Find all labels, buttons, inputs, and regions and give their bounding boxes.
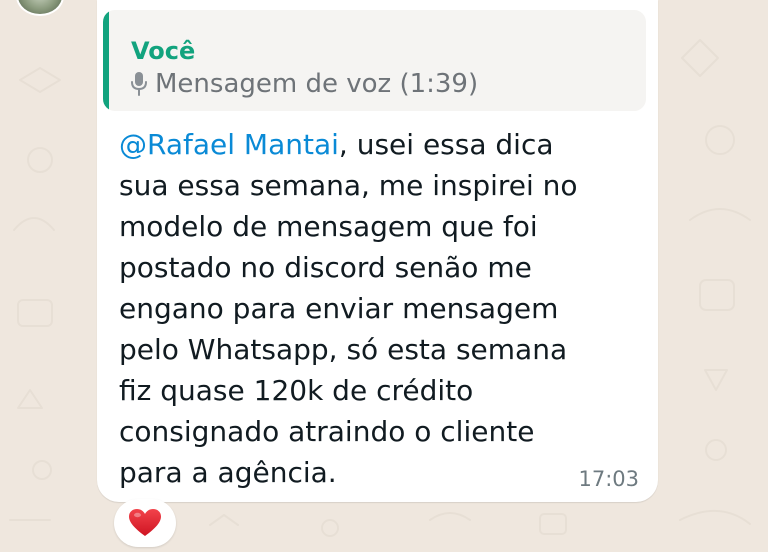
message-line: fiz quase 120k de crédito: [119, 374, 474, 407]
microphone-icon: [131, 72, 147, 96]
reaction-badge[interactable]: [114, 499, 176, 547]
contact-avatar[interactable]: [16, 0, 64, 16]
message-line: para a agência.: [119, 456, 337, 489]
message-line: modelo de mensagem que foi: [119, 210, 538, 243]
heart-icon: [129, 509, 161, 536]
quoted-content: Mensagem de voz (1:39): [129, 69, 478, 99]
message-text: @Rafael Mantai, usei essa dica sua essa s…: [119, 124, 619, 493]
message-line: engano para enviar mensagem: [119, 292, 559, 325]
message-line: pelo Whatsapp, só esta semana: [119, 333, 568, 366]
message-timestamp: 17:03: [578, 467, 639, 491]
user-mention[interactable]: @Rafael Mantai: [119, 128, 339, 161]
message-bubble[interactable]: Você Mensagem de voz (1:39) @Rafael Mant…: [97, 0, 658, 502]
message-line: postado no discord senão me: [119, 251, 532, 284]
quoted-voice-message[interactable]: Você Mensagem de voz (1:39): [103, 10, 646, 111]
quoted-message-text: Mensagem de voz (1:39): [155, 69, 479, 99]
message-line: , usei essa dica: [338, 128, 554, 161]
quote-accent-bar: [103, 10, 109, 111]
message-line: consignado atraindo o cliente: [119, 415, 535, 448]
message-line: sua essa semana, me inspirei no: [119, 169, 578, 202]
quoted-author: Você: [131, 37, 196, 65]
